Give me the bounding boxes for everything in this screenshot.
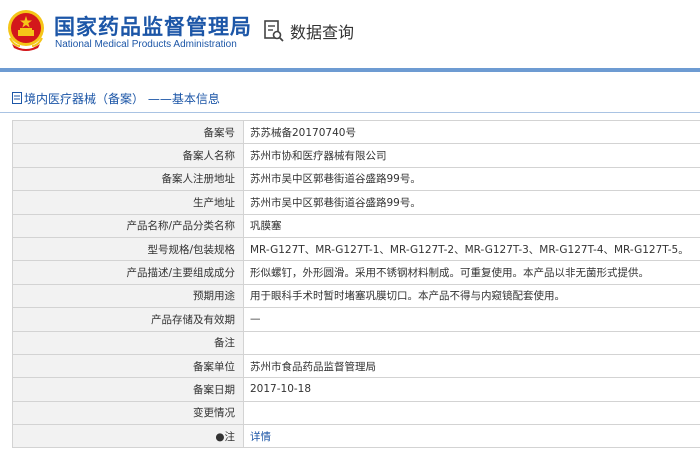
field-value: 苏州市吴中区郭巷街道谷盛路99号。 bbox=[243, 166, 700, 192]
breadcrumb-text: 境内医疗器械（备案） ——基本信息 bbox=[24, 92, 220, 106]
field-label: ●注 bbox=[12, 424, 244, 449]
field-value: 苏州市吴中区郭巷街道谷盛路99号。 bbox=[243, 190, 700, 215]
table-row: 备案单位 苏州市食品药品监督管理局 bbox=[12, 353, 700, 379]
field-label: 产品名称/产品分类名称 bbox=[12, 213, 244, 238]
table-row: 备案日期 2017-10-18 bbox=[12, 377, 700, 402]
breadcrumb: 境内医疗器械（备案） ——基本信息 bbox=[0, 90, 700, 108]
field-label: 型号规格/包装规格 bbox=[12, 236, 244, 262]
field-value: MR-G127T、MR-G127T-1、MR-G127T-2、MR-G127T-… bbox=[243, 236, 700, 262]
table-row: 备注 bbox=[12, 330, 700, 355]
field-value: 苏州市协和医疗器械有限公司 bbox=[243, 143, 700, 168]
field-label: 备案号 bbox=[12, 119, 244, 145]
field-value: 巩膜塞 bbox=[243, 213, 700, 238]
field-value: 详情 bbox=[243, 424, 700, 449]
field-value: 形似螺钉，外形圆滑。采用不锈钢材料制成。可重复使用。本产品以非无菌形式提供。 bbox=[243, 260, 700, 285]
breadcrumb-divider bbox=[0, 112, 700, 113]
details-link[interactable]: 详情 bbox=[250, 431, 271, 443]
document-icon bbox=[12, 92, 22, 104]
table-row: 产品存储及有效期 — bbox=[12, 307, 700, 332]
table-row: 备案人注册地址 苏州市吴中区郭巷街道谷盛路99号。 bbox=[12, 166, 700, 192]
field-label: 产品描述/主要组成成分 bbox=[12, 260, 244, 285]
data-query-label: 数据查询 bbox=[290, 23, 355, 42]
field-value: — bbox=[243, 307, 700, 332]
field-label: 预期用途 bbox=[12, 283, 244, 309]
national-emblem-icon bbox=[8, 10, 44, 51]
site-header: 国家药品监督管理局 National Medical Products Admi… bbox=[0, 0, 700, 68]
table-row: 产品描述/主要组成成分 形似螺钉，外形圆滑。采用不锈钢材料制成。可重复使用。本产品… bbox=[12, 260, 700, 285]
table-row: 变更情况 bbox=[12, 400, 700, 426]
field-value: 苏苏械备20170740号 bbox=[243, 119, 700, 145]
field-label: 产品存储及有效期 bbox=[12, 307, 244, 332]
site-title: 国家药品监督管理局 bbox=[54, 15, 252, 39]
field-label: 备案人名称 bbox=[12, 143, 244, 168]
field-label: 生产地址 bbox=[12, 190, 244, 215]
table-row: 备案人名称 苏州市协和医疗器械有限公司 bbox=[12, 143, 700, 168]
table-row: 预期用途 用于眼科手术时暂时堵塞巩膜切口。本产品不得与内窥镜配套使用。 bbox=[12, 283, 700, 309]
data-query-link[interactable]: 数据查询 bbox=[264, 16, 354, 46]
field-value: 用于眼科手术时暂时堵塞巩膜切口。本产品不得与内窥镜配套使用。 bbox=[243, 283, 700, 309]
field-label: 变更情况 bbox=[12, 400, 244, 426]
field-value: 苏州市食品药品监督管理局 bbox=[243, 353, 700, 379]
table-row: ●注 详情 bbox=[12, 424, 700, 449]
document-search-icon bbox=[264, 20, 284, 42]
table-row: 产品名称/产品分类名称 巩膜塞 bbox=[12, 213, 700, 238]
table-row: 生产地址 苏州市吴中区郭巷街道谷盛路99号。 bbox=[12, 190, 700, 215]
field-label: 备案日期 bbox=[12, 377, 244, 402]
field-label: 备注 bbox=[12, 330, 244, 355]
field-label: 备案单位 bbox=[12, 353, 244, 379]
site-subtitle: National Medical Products Administration bbox=[55, 39, 237, 50]
table-row: 备案号 苏苏械备20170740号 bbox=[12, 119, 700, 145]
field-value bbox=[243, 330, 700, 355]
field-label: 备案人注册地址 bbox=[12, 166, 244, 192]
header-divider bbox=[0, 68, 700, 72]
field-value bbox=[243, 400, 700, 426]
record-info-table: 备案号 苏苏械备20170740号 备案人名称 苏州市协和医疗器械有限公司 备案人注册地… bbox=[12, 119, 700, 449]
table-row: 型号规格/包装规格 MR-G127T、MR-G127T-1、MR-G127T-2、… bbox=[12, 236, 700, 262]
field-value: 2017-10-18 bbox=[243, 377, 700, 402]
